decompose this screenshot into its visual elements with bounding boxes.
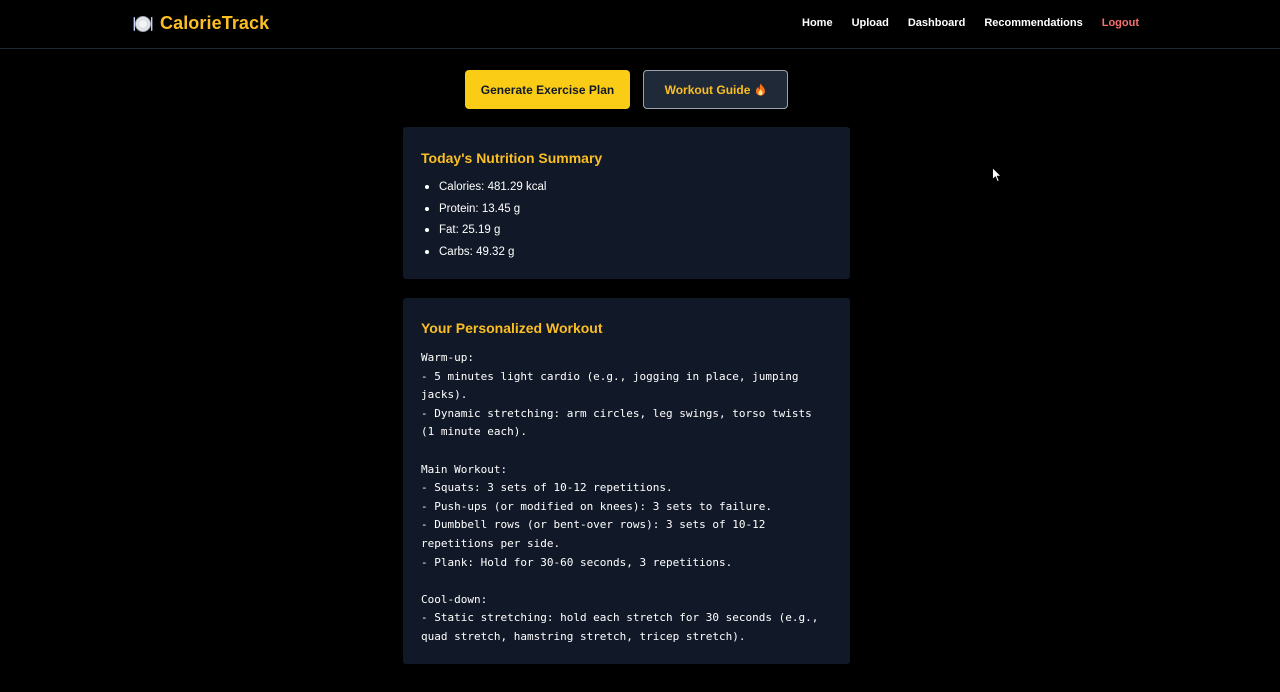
nav-link-logout[interactable]: Logout — [1102, 17, 1139, 29]
workout-plan-text: Warm-up: - 5 minutes light cardio (e.g.,… — [421, 349, 846, 647]
workout-line: Main Workout: — [421, 462, 508, 476]
workout-line: (1 minute each). — [421, 425, 527, 439]
nutrition-item-calories: Calories: 481.29 kcal — [421, 180, 546, 202]
bullet-icon — [425, 206, 429, 211]
workout-line: repetitions per side. — [421, 536, 561, 550]
nutrition-item-protein: Protein: 13.45 g — [421, 202, 546, 224]
personalized-workout-title: Your Personalized Workout — [421, 320, 603, 336]
nutrition-item-text: Carbs: 49.32 g — [439, 246, 515, 259]
nutrition-summary-title: Today's Nutrition Summary — [421, 150, 603, 166]
workout-line: jacks). — [421, 388, 468, 402]
workout-line: quad stretch, hamstring stretch, tricep … — [421, 629, 746, 643]
workout-guide-label: Workout Guide — [664, 82, 751, 97]
bullet-icon — [425, 250, 429, 255]
nutrition-item-carbs: Carbs: 49.32 g — [421, 245, 546, 267]
top-navbar: CalorieTrack Home Upload Dashboard Recom… — [0, 0, 1280, 49]
workout-line: - Dumbbell rows (or bent-over rows): 3 s… — [421, 518, 766, 532]
nav-links: Home Upload Dashboard Recommendations Lo… — [802, 17, 1139, 29]
nutrition-item-text: Calories: 481.29 kcal — [439, 181, 547, 193]
action-buttons: Generate Exercise Plan Workout Guide — [465, 70, 788, 109]
workout-line: - Squats: 3 sets of 10-12 repetitions. — [421, 481, 673, 495]
mouse-cursor-icon — [992, 167, 1002, 183]
workout-line: - 5 minutes light cardio (e.g., jogging … — [421, 369, 799, 383]
brand-logo-link[interactable]: CalorieTrack — [133, 13, 269, 34]
workout-line: - Static stretching: hold each stretch f… — [421, 611, 819, 625]
workout-guide-button[interactable]: Workout Guide — [643, 70, 788, 109]
nav-link-dashboard[interactable]: Dashboard — [908, 17, 965, 29]
nutrition-item-fat: Fat: 25.19 g — [421, 223, 546, 245]
nutrition-item-text: Fat: 25.19 g — [439, 224, 501, 237]
brand-name: CalorieTrack — [160, 13, 270, 33]
bullet-icon — [425, 185, 429, 189]
workout-line: Warm-up: — [421, 351, 474, 364]
workout-line: - Plank: Hold for 30-60 seconds, 3 repet… — [421, 555, 733, 569]
workout-line: - Dynamic stretching: arm circles, leg s… — [421, 406, 812, 420]
bullet-icon — [425, 228, 429, 233]
plate-cutlery-icon — [133, 15, 153, 32]
nav-link-home[interactable]: Home — [802, 17, 833, 29]
nutrition-summary-card: Today's Nutrition Summary Calories: 481.… — [403, 127, 850, 279]
workout-line: Cool-down: — [421, 592, 488, 606]
workout-line: - Push-ups (or modified on knees): 3 set… — [421, 499, 772, 513]
generate-exercise-plan-button[interactable]: Generate Exercise Plan — [465, 70, 630, 109]
nutrition-item-text: Protein: 13.45 g — [439, 202, 521, 215]
nav-link-recommendations[interactable]: Recommendations — [984, 17, 1082, 29]
nutrition-list: Calories: 481.29 kcal Protein: 13.45 g F… — [421, 180, 546, 267]
fire-icon — [756, 83, 766, 96]
nav-link-upload[interactable]: Upload — [852, 17, 889, 29]
